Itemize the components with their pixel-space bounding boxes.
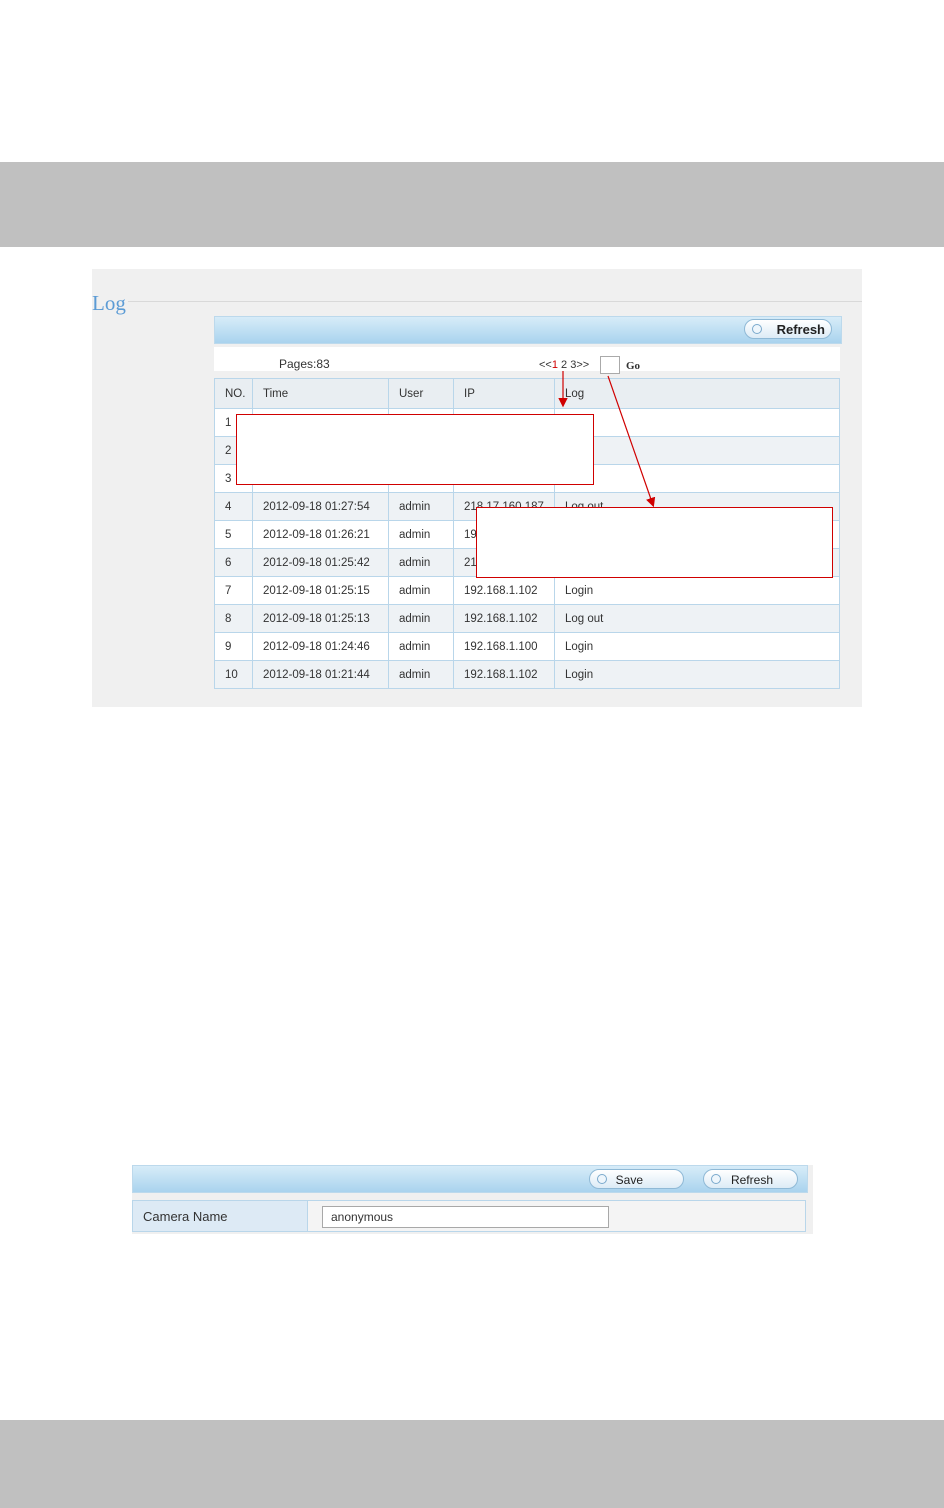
table-row: 9 2012-09-18 01:24:46 admin 192.168.1.100 Lo… bbox=[214, 632, 840, 661]
cell-ip: 192.168.1.102 bbox=[453, 576, 555, 605]
cell-no: 5 bbox=[214, 520, 253, 549]
title-divider bbox=[128, 301, 862, 302]
cell-time: 2012-09-18 01:21:44 bbox=[252, 660, 389, 689]
save-label: Save bbox=[615, 1173, 643, 1187]
column-header: Log bbox=[554, 378, 840, 409]
save-button[interactable]: Save bbox=[589, 1169, 684, 1189]
cell-log: Login bbox=[554, 576, 840, 605]
cell-no: 8 bbox=[214, 604, 253, 633]
cell-user: admin bbox=[388, 632, 454, 661]
header-band bbox=[0, 162, 944, 247]
pager-pages[interactable]: 2 3 bbox=[558, 359, 576, 371]
cell-user: admin bbox=[388, 548, 454, 577]
cell-log: Login bbox=[554, 660, 840, 689]
cell-user: admin bbox=[388, 576, 454, 605]
refresh-icon bbox=[752, 324, 762, 334]
cell-no: 7 bbox=[214, 576, 253, 605]
camera-name-label-cell: Camera Name bbox=[133, 1201, 308, 1231]
cell-log: t bbox=[554, 464, 840, 493]
cell-no: 6 bbox=[214, 548, 253, 577]
pager-links: <<1 2 3>> bbox=[539, 359, 589, 371]
table-header-row: NO. Time User IP Log bbox=[214, 378, 840, 409]
camera-name-row: Camera Name bbox=[132, 1200, 806, 1232]
cell-no: 10 bbox=[214, 660, 253, 689]
cell-no: 4 bbox=[214, 492, 253, 521]
pagination-bar: Pages:83 <<1 2 3>> Go bbox=[214, 347, 840, 374]
cell-log: Login bbox=[554, 632, 840, 661]
table-row: 10 2012-09-18 01:21:44 admin 192.168.1.102 L… bbox=[214, 660, 840, 689]
log-toolbar: Refresh bbox=[214, 316, 842, 344]
cell-user: admin bbox=[388, 604, 454, 633]
camera-name-panel: Save Refresh Camera Name bbox=[132, 1165, 813, 1234]
cell-log: Log out bbox=[554, 604, 840, 633]
camera-refresh-label: Refresh bbox=[730, 1173, 773, 1187]
cell-time: 2012-09-18 01:27:54 bbox=[252, 492, 389, 521]
table-row: 8 2012-09-18 01:25:13 admin 192.168.1.102 Lo… bbox=[214, 604, 840, 633]
camera-name-input[interactable] bbox=[322, 1206, 609, 1228]
log-refresh-button[interactable]: Refresh bbox=[744, 319, 832, 339]
table-row: 7 2012-09-18 01:25:15 admin 192.168.1.102 Lo… bbox=[214, 576, 840, 605]
cell-no: 9 bbox=[214, 632, 253, 661]
pager-next[interactable]: >> bbox=[576, 359, 589, 371]
annotation-box bbox=[236, 414, 594, 485]
cell-time: 2012-09-18 01:25:42 bbox=[252, 548, 389, 577]
cell-user: admin bbox=[388, 520, 454, 549]
cell-user: admin bbox=[388, 660, 454, 689]
go-button[interactable]: Go bbox=[626, 360, 640, 372]
log-title: Log bbox=[92, 291, 126, 315]
log-screenshot: Log Refresh Pages:83 <<1 2 3>> Go NO. Ti… bbox=[92, 269, 862, 707]
cell-ip: 192.168.1.102 bbox=[453, 660, 555, 689]
footer-band bbox=[0, 1420, 944, 1508]
pages-count: Pages:83 bbox=[279, 357, 330, 371]
camera-name-label: Camera Name bbox=[143, 1209, 228, 1224]
cell-log: ff line bbox=[554, 408, 840, 437]
cell-time: 2012-09-18 01:25:13 bbox=[252, 604, 389, 633]
cell-user: admin bbox=[388, 492, 454, 521]
camera-toolbar: Save Refresh bbox=[132, 1165, 808, 1193]
column-header: Time bbox=[252, 378, 389, 409]
pager-prev[interactable]: << bbox=[539, 359, 552, 371]
cell-time: 2012-09-18 01:26:21 bbox=[252, 520, 389, 549]
column-header: NO. bbox=[214, 378, 253, 409]
cell-log bbox=[554, 436, 840, 465]
cell-time: 2012-09-18 01:25:15 bbox=[252, 576, 389, 605]
annotation-box bbox=[476, 507, 833, 578]
cell-ip: 192.168.1.100 bbox=[453, 632, 555, 661]
refresh-icon bbox=[711, 1174, 721, 1184]
page-number-input[interactable] bbox=[600, 356, 620, 374]
camera-refresh-button[interactable]: Refresh bbox=[703, 1169, 798, 1189]
save-icon bbox=[597, 1174, 607, 1184]
log-refresh-label: Refresh bbox=[776, 322, 825, 337]
cell-time: 2012-09-18 01:24:46 bbox=[252, 632, 389, 661]
cell-ip: 192.168.1.102 bbox=[453, 604, 555, 633]
column-header: IP bbox=[453, 378, 555, 409]
column-header: User bbox=[388, 378, 454, 409]
